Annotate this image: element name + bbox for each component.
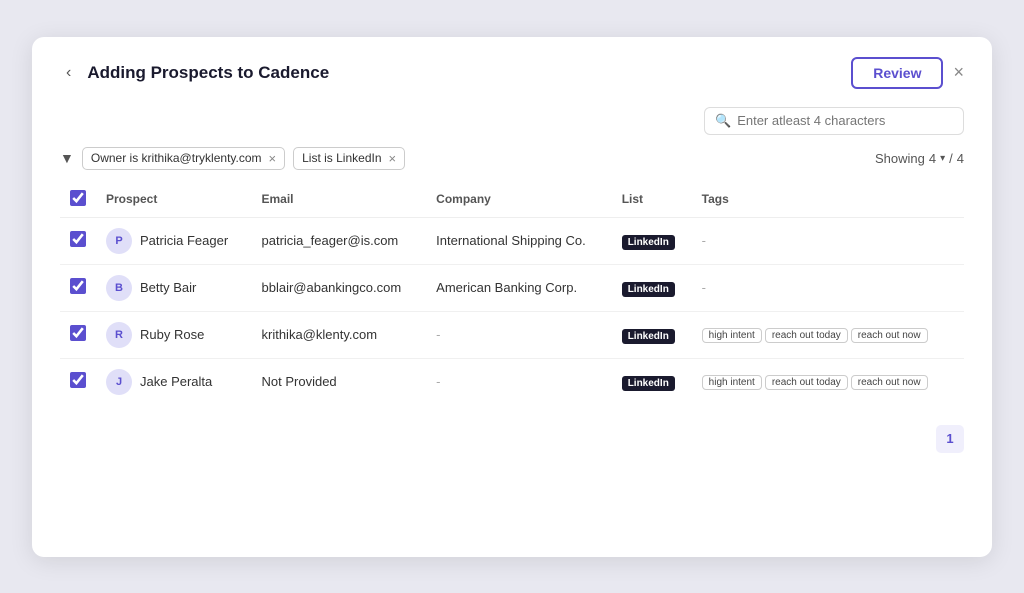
row-2-tag: reach out now	[851, 328, 928, 343]
row-2-avatar: R	[106, 322, 132, 348]
table-row: R Ruby Rose krithika@klenty.com-LinkedIn hi…	[60, 311, 964, 358]
row-2-list-badge: LinkedIn	[622, 329, 675, 344]
row-1-email: bblair@abankingco.com	[252, 264, 427, 311]
table-body: P Patricia Feager patricia_feager@is.comIn…	[60, 217, 964, 405]
search-input[interactable]	[737, 113, 953, 128]
owner-chip-label: Owner is krithika@tryklenty.com	[91, 151, 262, 165]
row-3-tags: high intentreach out todayreach out now	[692, 358, 964, 405]
filters-left: ▼ Owner is krithika@tryklenty.com × List…	[60, 147, 405, 170]
modal-header: ‹ Adding Prospects to Cadence Review ×	[60, 57, 964, 89]
row-2-tag: reach out today	[765, 328, 848, 343]
row-3-name: Jake Peralta	[140, 374, 212, 389]
filters-row: ▼ Owner is krithika@tryklenty.com × List…	[60, 147, 964, 170]
pagination: 1	[60, 425, 964, 453]
table-header: Prospect Email Company List Tags	[60, 182, 964, 218]
row-3-tag: reach out now	[851, 375, 928, 390]
prospects-table: Prospect Email Company List Tags P Patric…	[60, 182, 964, 405]
row-3-tag: reach out today	[765, 375, 848, 390]
row-3-checkbox[interactable]	[70, 372, 86, 388]
row-2-tag: high intent	[702, 328, 762, 343]
row-0-list-badge: LinkedIn	[622, 235, 675, 250]
list-chip-label: List is LinkedIn	[302, 151, 381, 165]
owner-chip-close[interactable]: ×	[269, 151, 277, 166]
table-row: J Jake Peralta Not Provided-LinkedIn high i…	[60, 358, 964, 405]
count-dropdown-arrow[interactable]: ▾	[940, 153, 945, 164]
header-right: Review ×	[851, 57, 964, 89]
row-0-tags: -	[692, 217, 964, 264]
row-0-list: LinkedIn	[612, 217, 692, 264]
table-row: B Betty Bair bblair@abankingco.comAmerican…	[60, 264, 964, 311]
row-0-prospect: P Patricia Feager	[96, 217, 252, 264]
filters-right: Showing 4 ▾ / 4	[875, 151, 964, 166]
list-chip-close[interactable]: ×	[389, 151, 397, 166]
showing-label: Showing	[875, 151, 925, 166]
row-3-prospect: J Jake Peralta	[96, 358, 252, 405]
row-0-company: International Shipping Co.	[426, 217, 612, 264]
header-left: ‹ Adding Prospects to Cadence	[60, 62, 329, 84]
row-2-email: krithika@klenty.com	[252, 311, 427, 358]
row-3-list: LinkedIn	[612, 358, 692, 405]
search-input-wrap: 🔍	[704, 107, 964, 135]
showing-count: 4	[929, 151, 936, 166]
row-1-list: LinkedIn	[612, 264, 692, 311]
owner-filter-chip[interactable]: Owner is krithika@tryklenty.com ×	[82, 147, 285, 170]
row-0-avatar: P	[106, 228, 132, 254]
row-3-email: Not Provided	[252, 358, 427, 405]
row-1-company: American Banking Corp.	[426, 264, 612, 311]
search-bar: 🔍	[60, 107, 964, 135]
close-button[interactable]: ×	[953, 62, 964, 83]
page-1-button[interactable]: 1	[936, 425, 964, 453]
row-3-list-badge: LinkedIn	[622, 376, 675, 391]
row-0-checkbox-cell	[60, 217, 96, 264]
row-1-checkbox[interactable]	[70, 278, 86, 294]
row-1-checkbox-cell	[60, 264, 96, 311]
col-tags: Tags	[692, 182, 964, 218]
select-all-checkbox[interactable]	[70, 190, 86, 206]
row-3-tag: high intent	[702, 375, 762, 390]
col-list: List	[612, 182, 692, 218]
row-0-checkbox[interactable]	[70, 231, 86, 247]
table-row: P Patricia Feager patricia_feager@is.comIn…	[60, 217, 964, 264]
row-0-name: Patricia Feager	[140, 233, 228, 248]
total-divider: /	[949, 151, 953, 166]
modal-title: Adding Prospects to Cadence	[87, 63, 329, 83]
row-1-prospect: B Betty Bair	[96, 264, 252, 311]
back-button[interactable]: ‹	[60, 62, 77, 84]
row-3-checkbox-cell	[60, 358, 96, 405]
col-company: Company	[426, 182, 612, 218]
row-3-company: -	[426, 358, 612, 405]
review-button[interactable]: Review	[851, 57, 943, 89]
row-1-tags: -	[692, 264, 964, 311]
row-2-checkbox-cell	[60, 311, 96, 358]
row-0-email: patricia_feager@is.com	[252, 217, 427, 264]
row-1-avatar: B	[106, 275, 132, 301]
modal-container: ‹ Adding Prospects to Cadence Review × 🔍…	[32, 37, 992, 557]
row-2-name: Ruby Rose	[140, 327, 204, 342]
row-2-list: LinkedIn	[612, 311, 692, 358]
col-email: Email	[252, 182, 427, 218]
row-1-name: Betty Bair	[140, 280, 196, 295]
filter-icon: ▼	[60, 150, 74, 166]
list-filter-chip[interactable]: List is LinkedIn ×	[293, 147, 405, 170]
col-prospect: Prospect	[96, 182, 252, 218]
row-1-list-badge: LinkedIn	[622, 282, 675, 297]
row-2-company: -	[426, 311, 612, 358]
row-2-tags: high intentreach out todayreach out now	[692, 311, 964, 358]
search-icon: 🔍	[715, 113, 731, 129]
row-2-checkbox[interactable]	[70, 325, 86, 341]
select-all-header	[60, 182, 96, 218]
row-2-prospect: R Ruby Rose	[96, 311, 252, 358]
total-count: 4	[957, 151, 964, 166]
row-3-avatar: J	[106, 369, 132, 395]
